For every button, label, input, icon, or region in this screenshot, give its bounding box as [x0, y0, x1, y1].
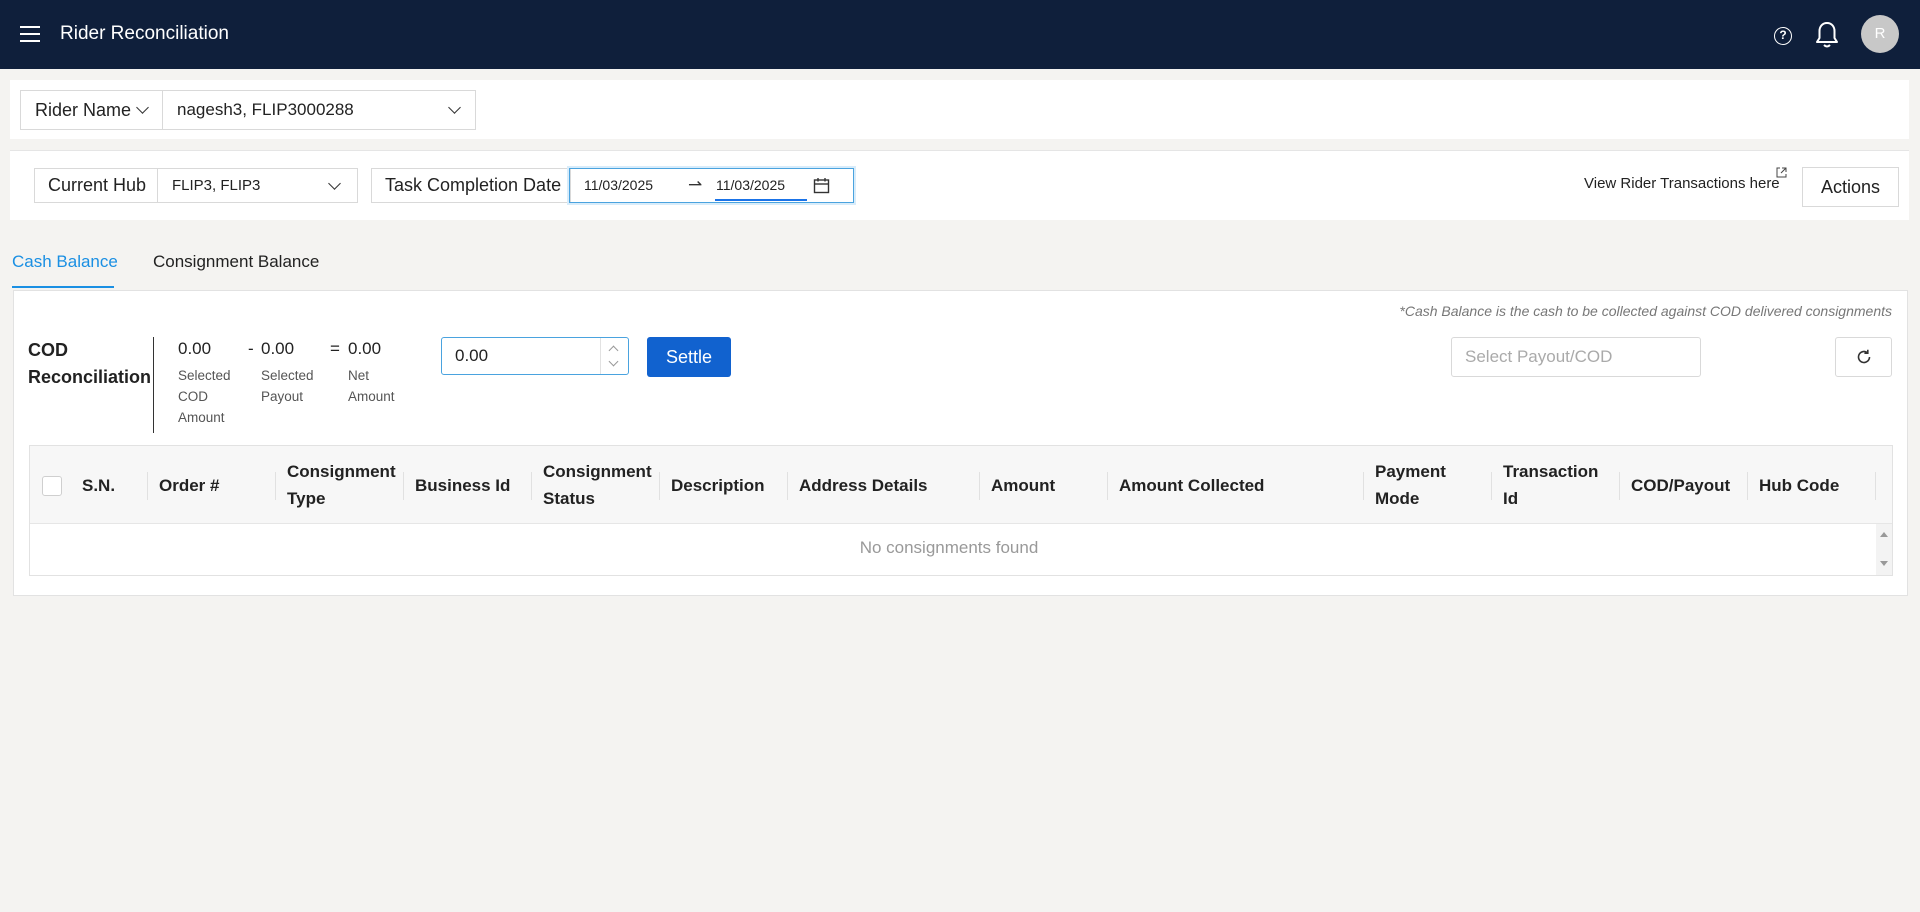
column-header-consignment-status[interactable]: Consignment Status [531, 446, 659, 524]
rider-field-label: Rider Name [35, 100, 132, 120]
column-header-payment-mode[interactable]: Payment Mode [1363, 446, 1491, 524]
column-header-address-details[interactable]: Address Details [787, 446, 979, 524]
column-header-hub-code[interactable]: Hub Code [1747, 446, 1875, 524]
column-header-business-id[interactable]: Business Id [403, 446, 531, 524]
rider-select-value: nagesh3, FLIP3000288 [177, 100, 354, 119]
hub-select[interactable]: FLIP3, FLIP3 [158, 168, 358, 203]
column-header-transaction-id[interactable]: Transaction Id [1491, 446, 1619, 524]
help-icon[interactable]: ? [1774, 27, 1792, 45]
chevron-down-icon [328, 177, 341, 190]
app-title: Rider Reconciliation [60, 23, 229, 44]
net-amount-metric: 0.00 Net Amount [348, 339, 412, 407]
selected-cod-label: Selected COD Amount [178, 368, 231, 425]
selected-payout-label: Selected Payout [261, 368, 314, 404]
selected-payout-value: 0.00 [261, 339, 295, 358]
settle-amount-field[interactable] [441, 337, 629, 375]
table-scrollbar[interactable] [1876, 524, 1892, 575]
empty-table-message: No consignments found [859, 538, 1039, 557]
select-all-checkbox[interactable] [42, 476, 62, 496]
cod-reconciliation-title: COD Reconciliation [28, 340, 152, 387]
column-header-consignment-type[interactable]: Consignment Type [275, 446, 403, 524]
external-link-icon[interactable] [1776, 167, 1787, 178]
column-header-cod-payout[interactable]: COD/Payout [1619, 446, 1747, 524]
scroll-up-icon[interactable] [1880, 532, 1888, 537]
consignments-table: S.N. Order # Consignment Type Business I… [29, 445, 1893, 576]
table-header: S.N. Order # Consignment Type Business I… [30, 446, 1892, 524]
selected-cod-value: 0.00 [178, 339, 212, 358]
date-label: Task Completion Date [371, 168, 571, 203]
actions-button[interactable]: Actions [1802, 167, 1899, 207]
scroll-down-icon[interactable] [1880, 561, 1888, 566]
column-header-description[interactable]: Description [659, 446, 787, 524]
settle-button[interactable]: Settle [647, 337, 731, 377]
column-header-sn[interactable]: S.N. [70, 446, 147, 524]
cash-balance-panel: *Cash Balance is the cash to be collecte… [13, 290, 1908, 596]
date-end-input[interactable]: 11/03/2025 [716, 169, 785, 202]
rider-select[interactable]: nagesh3, FLIP3000288 [163, 90, 476, 130]
tab-cash-balance[interactable]: Cash Balance [12, 252, 118, 272]
minus-sign: - [248, 339, 254, 358]
amount-stepper[interactable] [600, 338, 628, 374]
column-header-amount[interactable]: Amount [979, 446, 1107, 524]
net-amount-value: 0.00 [348, 339, 382, 358]
refresh-button[interactable] [1835, 337, 1892, 377]
column-header-amount-collected[interactable]: Amount Collected [1107, 446, 1363, 524]
equals-sign: = [330, 339, 340, 358]
chevron-down-icon[interactable] [608, 356, 619, 367]
arrow-right-icon: ⇀ [688, 175, 703, 194]
date-start-input[interactable]: 11/03/2025 [584, 169, 653, 202]
divider [153, 337, 154, 433]
column-header-order[interactable]: Order # [147, 446, 275, 524]
selected-cod-metric: 0.00 Selected COD Amount [178, 339, 242, 428]
bell-icon[interactable] [1814, 20, 1840, 50]
active-date-indicator [715, 199, 807, 201]
chevron-down-icon [448, 101, 461, 114]
calendar-icon[interactable] [813, 177, 830, 194]
selected-payout-metric: 0.00 Selected Payout [261, 339, 325, 407]
top-bar: Rider Reconciliation ? R [0, 0, 1920, 69]
cash-balance-note: *Cash Balance is the cash to be collecte… [1399, 303, 1892, 319]
rider-panel: Rider Name nagesh3, FLIP3000288 [10, 80, 1909, 139]
menu-icon[interactable] [20, 26, 40, 42]
settle-amount-input[interactable] [442, 338, 600, 374]
net-amount-label: Net Amount [348, 368, 395, 404]
tab-consignment-balance[interactable]: Consignment Balance [153, 252, 319, 272]
active-tab-indicator [12, 286, 114, 288]
refresh-icon [1857, 349, 1870, 364]
hub-label: Current Hub [34, 168, 158, 203]
hub-select-value: FLIP3, FLIP3 [172, 177, 261, 194]
filter-panel: Current Hub FLIP3, FLIP3 Task Completion… [10, 150, 1909, 220]
rider-field-selector[interactable]: Rider Name [20, 90, 163, 130]
avatar[interactable]: R [1861, 15, 1899, 53]
view-rider-transactions-link[interactable]: View Rider Transactions here [1584, 175, 1780, 192]
payout-cod-select[interactable]: Select Payout/COD [1451, 337, 1701, 377]
chevron-down-icon [136, 101, 149, 114]
chevron-up-icon[interactable] [608, 345, 619, 356]
date-range-picker[interactable]: 11/03/2025 ⇀ 11/03/2025 [569, 168, 854, 203]
